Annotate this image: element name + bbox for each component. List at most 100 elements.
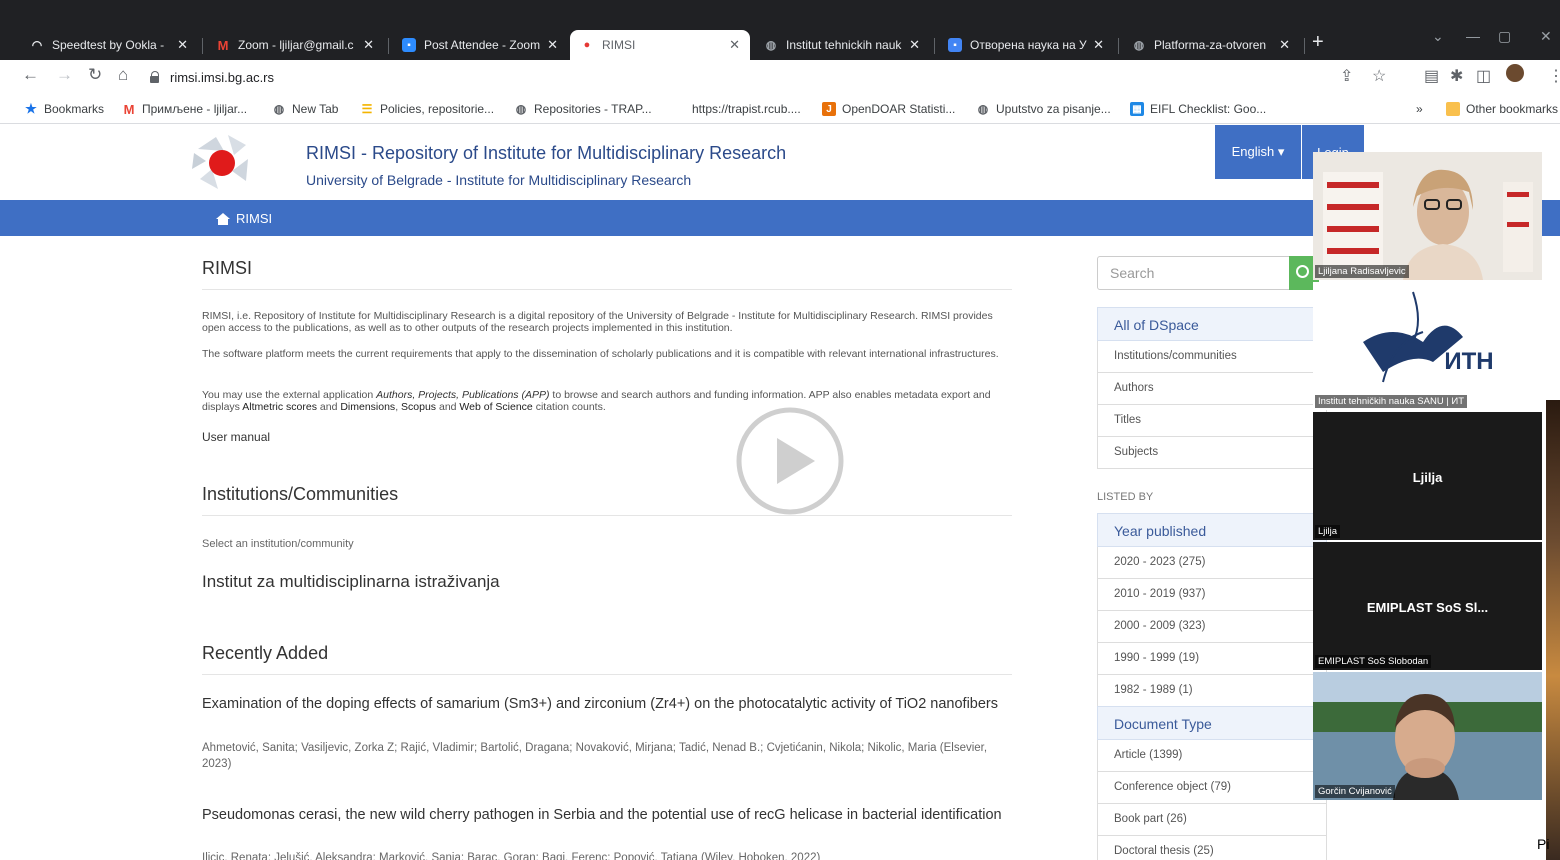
star-icon: ★ (25, 101, 37, 116)
tab-post-attendee[interactable]: ▪ Post Attendee - Zoom ✕ (392, 30, 568, 60)
communities-hint: Select an institution/community (202, 538, 354, 550)
altmetric-link[interactable]: Altmetric scores (242, 401, 317, 413)
chevron-down-icon[interactable]: ⌄ (1432, 28, 1444, 45)
close-window-icon[interactable]: ✕ (1540, 28, 1552, 45)
participant-video (1313, 152, 1542, 280)
minimize-icon[interactable]: — (1466, 28, 1480, 44)
bookmark-item[interactable]: M Примљене - ljiljar... (122, 101, 248, 117)
speedtest-icon: ◠ (31, 38, 43, 52)
play-icon[interactable] (735, 406, 845, 516)
video-tile[interactable]: EMIPLAST SoS Sl... EMIPLAST SoS Slobodan (1313, 542, 1542, 670)
tab-divider (1118, 38, 1119, 54)
tab-speedtest[interactable]: ◠ Speedtest by Ookla - ✕ (20, 30, 198, 60)
language-dropdown[interactable]: English ▾ (1215, 125, 1301, 179)
app-link[interactable]: Authors, Projects, Publications (APP) (376, 389, 549, 401)
side-panel-icon[interactable]: ◫ (1476, 66, 1491, 86)
document-icon[interactable]: ▤ (1424, 66, 1439, 86)
bookmark-label: Policies, repositorie... (380, 102, 495, 116)
bookmark-label: New Tab (292, 102, 339, 116)
bookmark-label: EIFL Checklist: Goo... (1150, 102, 1267, 116)
divider (202, 289, 1012, 290)
doctype-item[interactable]: Conference object (79) (1097, 772, 1327, 804)
close-icon[interactable]: ✕ (729, 37, 740, 53)
bookmarks-overflow[interactable]: » (1416, 102, 1423, 116)
share-icon[interactable]: ⇪ (1340, 66, 1353, 86)
bookmark-item[interactable]: ◍ Uputstvo za pisanje... (976, 102, 1111, 116)
scopus-link[interactable]: Scopus (401, 401, 436, 413)
reload-icon[interactable]: ↻ (88, 65, 102, 85)
policies-icon: ☰ (361, 102, 373, 116)
back-icon[interactable]: ← (22, 65, 39, 85)
participant-name: Gorčin Cvijanović (1315, 785, 1395, 798)
address-bar[interactable]: rimsi.imsi.bg.ac.rs (150, 64, 1410, 90)
close-icon[interactable]: ✕ (909, 37, 920, 53)
browse-item[interactable]: Subjects (1097, 437, 1327, 469)
user-manual-link[interactable]: User manual (202, 430, 270, 444)
other-bookmarks[interactable]: Other bookmarks (1446, 102, 1558, 116)
gmail-icon: M (123, 101, 135, 117)
year-item[interactable]: 1990 - 1999 (19) (1097, 643, 1327, 675)
bookmark-flag-icon: ▪ (948, 38, 962, 52)
participant-name: EMIPLAST SoS Slobodan (1315, 655, 1432, 668)
communities-heading: Institutions/Communities (202, 484, 399, 504)
item-title-link[interactable]: Pseudomonas cerasi, the new wild cherry … (202, 807, 1008, 824)
close-icon[interactable]: ✕ (177, 37, 188, 53)
participant-video (1313, 672, 1542, 800)
breadcrumb[interactable]: RIMSI (216, 211, 272, 226)
browse-item[interactable]: Titles (1097, 405, 1327, 437)
doctype-item[interactable]: Book part (26) (1097, 804, 1327, 836)
bookmark-item[interactable]: ☰ Policies, repositorie... (360, 102, 494, 116)
extensions-icon[interactable]: ✱ (1450, 66, 1463, 86)
community-link[interactable]: Institut za multidisciplinarna istraživa… (202, 572, 500, 592)
wos-link[interactable]: Web of Science (459, 401, 532, 413)
bookmark-item[interactable]: ◍ Repositories - TRAP... (514, 102, 652, 116)
year-item[interactable]: 1982 - 1989 (1) (1097, 675, 1327, 707)
rimsi-logo[interactable] (188, 129, 258, 193)
year-item[interactable]: 2020 - 2023 (275) (1097, 547, 1327, 579)
close-icon[interactable]: ✕ (1279, 37, 1290, 53)
bookmark-label: Bookmarks (44, 102, 105, 116)
zoom-icon: ▪ (402, 38, 416, 52)
intro-paragraph: You may use the external application Aut… (202, 389, 1002, 413)
tab-otvorena-nauka[interactable]: ▪ Отворена наука на У ✕ (938, 30, 1114, 60)
maximize-icon[interactable]: ▢ (1498, 28, 1511, 45)
item-title-link[interactable]: Examination of the doping effects of sam… (202, 696, 1008, 713)
browse-item[interactable]: Authors (1097, 373, 1327, 405)
close-icon[interactable]: ✕ (1093, 37, 1104, 53)
tab-rimsi[interactable]: ● RIMSI ✕ (570, 30, 750, 60)
bookmark-item[interactable]: ▦ EIFL Checklist: Goo... (1130, 102, 1266, 116)
text-fragment: citation counts. (532, 401, 606, 413)
search-input[interactable]: Search (1097, 256, 1307, 290)
doctype-item[interactable]: Article (1399) (1097, 740, 1327, 772)
video-tile[interactable]: Ljiljana Radisavljevic (1313, 152, 1542, 280)
close-icon[interactable]: ✕ (363, 37, 374, 53)
dimensions-link[interactable]: Dimensions (340, 401, 395, 413)
video-tile[interactable]: ИТН Institut tehničkih nauka SANU | ИТ (1313, 282, 1542, 410)
tab-divider (934, 38, 935, 54)
participant-display-name: EMIPLAST SoS Sl... (1366, 600, 1489, 615)
home-icon[interactable]: ⌂ (118, 65, 128, 85)
star-icon[interactable]: ☆ (1372, 66, 1386, 86)
year-item[interactable]: 2010 - 2019 (937) (1097, 579, 1327, 611)
doctype-item[interactable]: Doctoral thesis (25) (1097, 836, 1327, 860)
bookmark-item[interactable]: J OpenDOAR Statisti... (822, 102, 955, 116)
video-tile[interactable]: Ljilja Ljilja (1313, 412, 1542, 540)
browse-item[interactable]: Institutions/communities (1097, 341, 1327, 373)
menu-icon[interactable]: ⋮ (1548, 66, 1560, 86)
profile-avatar[interactable] (1506, 64, 1524, 82)
bookmark-item[interactable]: https://trapist.rcub.... (692, 102, 801, 116)
new-tab-button[interactable]: + (1312, 31, 1324, 54)
tab-zoom-gmail[interactable]: M Zoom - ljiljar@gmail.c ✕ (206, 30, 384, 60)
bookmark-item[interactable]: ◍ New Tab (272, 102, 339, 116)
video-tile[interactable]: Gorčin Cvijanović (1313, 672, 1542, 800)
forward-icon[interactable]: → (56, 65, 73, 85)
bookmark-item[interactable]: ★ Bookmarks (24, 101, 105, 116)
participant-name: Ljiljana Radisavljevic (1315, 265, 1409, 278)
tab-institut[interactable]: ◍ Institut tehnickih nauk ✕ (754, 30, 930, 60)
close-icon[interactable]: ✕ (547, 37, 558, 53)
year-item[interactable]: 2000 - 2009 (323) (1097, 611, 1327, 643)
tab-platforma[interactable]: ◍ Platforma-za-otvoren ✕ (1122, 30, 1300, 60)
participant-display-name: Ljilja (1412, 470, 1443, 485)
institute-logo (1313, 282, 1542, 410)
site-title[interactable]: RIMSI - Repository of Institute for Mult… (306, 143, 786, 164)
